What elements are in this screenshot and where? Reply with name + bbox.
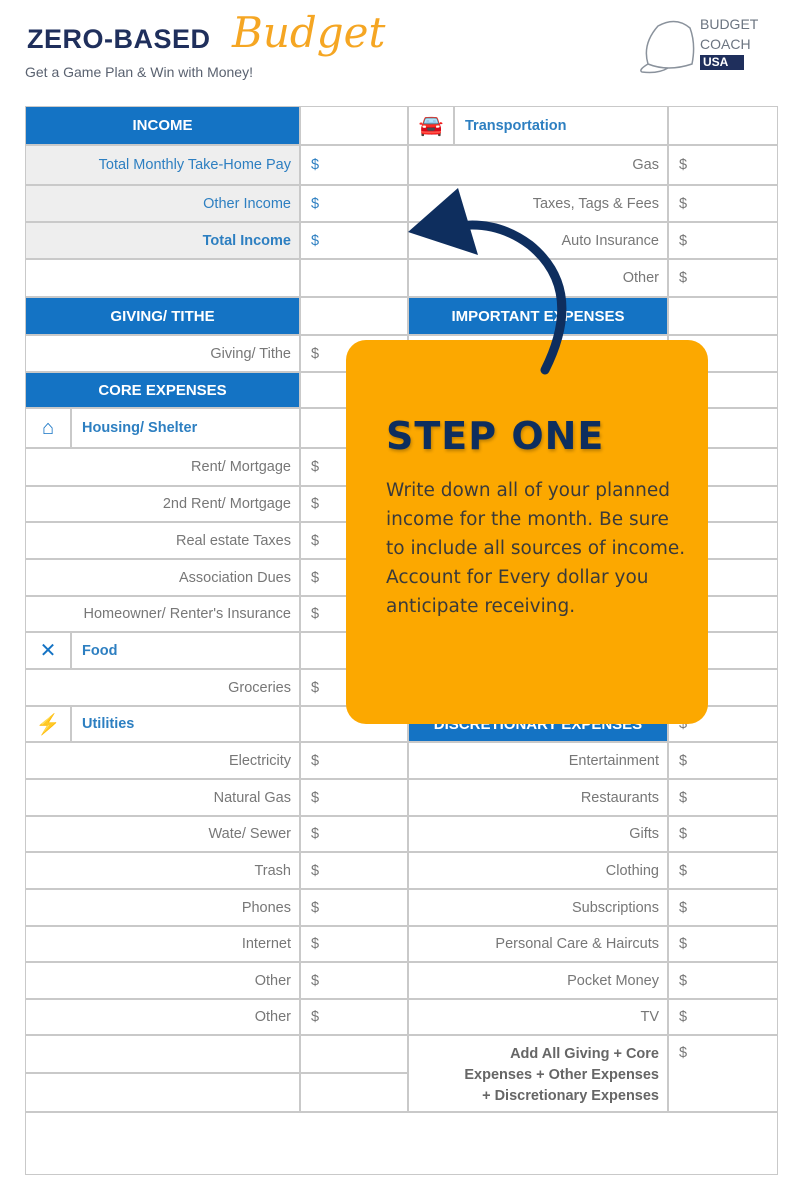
row-label: Electricity <box>25 742 300 779</box>
row-label: Personal Care & Haircuts <box>408 926 668 962</box>
section-header: GIVING/ TITHE <box>25 297 300 335</box>
category-label: Transportation <box>454 106 668 145</box>
row-label: TV <box>408 999 668 1035</box>
section-header: CORE EXPENSES <box>25 372 300 408</box>
category-label: Utilities <box>71 706 300 742</box>
empty-cell[interactable] <box>300 1073 408 1112</box>
row-label: Phones <box>25 889 300 926</box>
logo-line2: COACH <box>700 36 751 52</box>
row-label: Entertainment <box>408 742 668 779</box>
amount-cell[interactable]: $ <box>668 259 778 297</box>
amount-cell[interactable]: $ <box>300 999 408 1035</box>
row-label: Pocket Money <box>408 962 668 999</box>
amount-cell[interactable]: $ <box>668 742 778 779</box>
row-label: Subscriptions <box>408 889 668 926</box>
amount-cell[interactable]: $ <box>668 926 778 962</box>
amount-cell[interactable]: $ <box>668 962 778 999</box>
row-label: Groceries <box>25 669 300 706</box>
empty-cell[interactable] <box>300 259 408 297</box>
amount-cell[interactable] <box>668 106 778 145</box>
row-label: Natural Gas <box>25 779 300 816</box>
row-label: Clothing <box>408 852 668 889</box>
amount-cell[interactable] <box>668 297 778 335</box>
amount-cell[interactable]: $ <box>668 852 778 889</box>
section-header: INCOME <box>25 106 300 145</box>
amount-cell[interactable]: $ <box>668 816 778 852</box>
empty-cell <box>25 259 300 297</box>
amount-cell[interactable]: $ <box>300 852 408 889</box>
plug-icon: ⚡ <box>25 706 71 742</box>
amount-cell[interactable]: $ <box>300 742 408 779</box>
row-label: Giving/ Tithe <box>25 335 300 372</box>
row-label: Other <box>25 999 300 1035</box>
amount-cell[interactable]: $ <box>668 779 778 816</box>
row-label: Real estate Taxes <box>25 522 300 559</box>
row-label: Gifts <box>408 816 668 852</box>
total-line: Expenses + Other Expenses <box>464 1067 659 1083</box>
amount-cell[interactable]: $ <box>668 185 778 222</box>
row-label: Other <box>25 962 300 999</box>
row-label: Restaurants <box>408 779 668 816</box>
amount-cell[interactable]: $ <box>300 962 408 999</box>
amount-cell[interactable]: $ <box>300 779 408 816</box>
category-label: Housing/ Shelter <box>71 408 300 448</box>
amount-cell[interactable]: $ <box>300 185 408 222</box>
house-icon: ⌂ <box>25 408 71 448</box>
logo-line3: USA <box>700 55 745 70</box>
row-label: Other Income <box>25 185 300 222</box>
callout-body: Write down all of your planned income fo… <box>386 480 686 617</box>
amount-cell[interactable] <box>300 297 408 335</box>
empty-cell[interactable] <box>300 1035 408 1073</box>
row-label: Gas <box>408 145 668 185</box>
amount-cell[interactable]: $ <box>668 222 778 259</box>
row-label: Wate/ Sewer <box>25 816 300 852</box>
amount-cell[interactable]: $ <box>300 926 408 962</box>
notes-cell[interactable] <box>25 1112 778 1175</box>
row-label: Total Monthly Take-Home Pay <box>25 145 300 185</box>
row-label: Association Dues <box>25 559 300 596</box>
amount-cell[interactable]: $ <box>668 999 778 1035</box>
amount-cell[interactable]: $ <box>300 816 408 852</box>
fork-knife-icon: ✕ <box>25 632 71 669</box>
category-label: Food <box>71 632 300 669</box>
row-label: 2nd Rent/ Mortgage <box>25 486 300 522</box>
page-title-script: Budget <box>232 8 386 57</box>
amount-cell[interactable]: $ <box>668 145 778 185</box>
row-label: Internet <box>25 926 300 962</box>
amount-cell[interactable] <box>300 106 408 145</box>
row-label: Homeowner/ Renter's Insurance <box>25 596 300 632</box>
row-label: Rent/ Mortgage <box>25 448 300 486</box>
total-line: + Discretionary Expenses <box>482 1088 659 1104</box>
empty-cell <box>25 1073 300 1112</box>
grand-total-label: Add All Giving + Core Expenses + Other Ex… <box>408 1035 668 1112</box>
amount-cell[interactable]: $ <box>300 889 408 926</box>
tagline: Get a Game Plan & Win with Money! <box>25 64 253 80</box>
arrow-icon <box>408 188 567 375</box>
logo-line1: BUDGET <box>700 16 759 32</box>
page-title: ZERO-BASED <box>27 24 211 54</box>
total-line: Add All Giving + Core <box>510 1046 659 1062</box>
car-icon: 🚘 <box>408 106 454 145</box>
empty-cell <box>25 1035 300 1073</box>
amount-cell[interactable]: $ <box>668 889 778 926</box>
amount-cell[interactable]: $ <box>300 222 408 259</box>
row-label: Total Income <box>25 222 300 259</box>
amount-cell[interactable]: $ <box>300 145 408 185</box>
row-label: Trash <box>25 852 300 889</box>
grand-total-amount[interactable]: $ <box>668 1035 778 1112</box>
callout-title: STEP ONE <box>386 414 605 458</box>
